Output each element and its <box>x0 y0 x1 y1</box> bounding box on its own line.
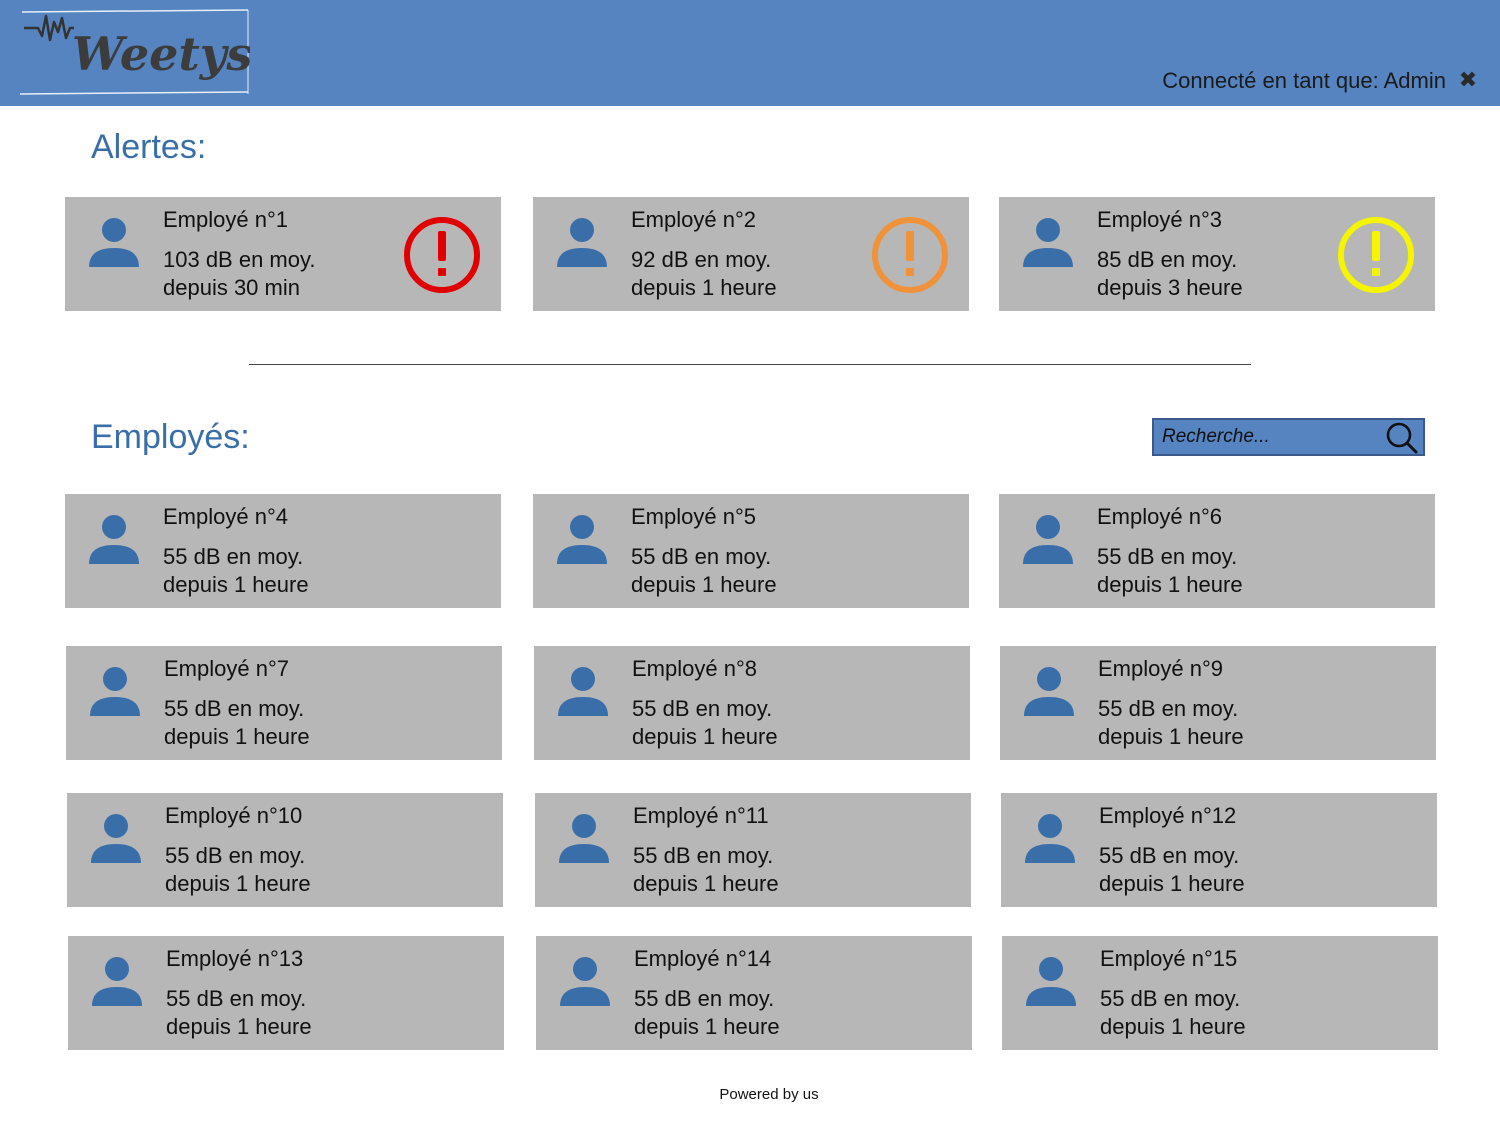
user-avatar-icon <box>1025 813 1075 863</box>
alerts-title: Alertes: <box>91 128 207 166</box>
noise-level: 92 dB en moy. <box>631 247 772 272</box>
employee-card[interactable]: Employé n°1 103 dB en moy. depuis 30 min <box>65 197 501 311</box>
noise-level: 55 dB en moy. <box>1097 544 1238 569</box>
noise-level: 103 dB en moy. <box>163 247 316 272</box>
employee-name: Employé n°8 <box>632 656 757 681</box>
employee-card[interactable]: Employé n°6 55 dB en moy. depuis 1 heure <box>999 494 1435 608</box>
weetys-logo[interactable]: Weetys <box>18 8 250 96</box>
duration: depuis 1 heure <box>1099 871 1245 896</box>
user-avatar-icon <box>1023 514 1073 564</box>
employee-name: Employé n°7 <box>164 656 289 681</box>
employee-name: Employé n°15 <box>1100 946 1238 971</box>
noise-level: 55 dB en moy. <box>1099 843 1240 868</box>
duration: depuis 1 heure <box>1098 724 1244 749</box>
employee-card[interactable]: Employé n°2 92 dB en moy. depuis 1 heure <box>533 197 969 311</box>
noise-level: 55 dB en moy. <box>1098 696 1239 721</box>
alert-icon <box>1336 215 1416 295</box>
employee-card[interactable]: Employé n°10 55 dB en moy. depuis 1 heure <box>67 793 503 907</box>
logo-text: Weetys <box>72 27 250 81</box>
noise-level: 55 dB en moy. <box>633 843 774 868</box>
user-avatar-icon <box>89 514 139 564</box>
employee-card[interactable]: Employé n°5 55 dB en moy. depuis 1 heure <box>533 494 969 608</box>
noise-level: 55 dB en moy. <box>632 696 773 721</box>
duration: depuis 1 heure <box>631 572 777 597</box>
duration: depuis 1 heure <box>633 871 779 896</box>
employee-card[interactable]: Employé n°8 55 dB en moy. depuis 1 heure <box>534 646 970 760</box>
user-avatar-icon <box>1023 217 1073 267</box>
employee-card[interactable]: Employé n°14 55 dB en moy. depuis 1 heure <box>536 936 972 1050</box>
duration: depuis 1 heure <box>1100 1014 1246 1039</box>
logged-in-user-label: Connecté en tant que: Admin <box>1162 68 1446 93</box>
duration: depuis 30 min <box>163 275 300 300</box>
noise-level: 55 dB en moy. <box>165 843 306 868</box>
duration: depuis 1 heure <box>166 1014 312 1039</box>
employee-card[interactable]: Employé n°4 55 dB en moy. depuis 1 heure <box>65 494 501 608</box>
search-input[interactable] <box>1154 420 1382 454</box>
employee-name: Employé n°4 <box>163 504 288 529</box>
employee-name: Employé n°11 <box>633 803 769 828</box>
employee-name: Employé n°10 <box>165 803 303 828</box>
employee-name: Employé n°12 <box>1099 803 1237 828</box>
employee-name: Employé n°9 <box>1098 656 1223 681</box>
employee-name: Employé n°13 <box>166 946 304 971</box>
noise-level: 55 dB en moy. <box>634 986 775 1011</box>
user-avatar-icon <box>89 217 139 267</box>
duration: depuis 1 heure <box>631 275 777 300</box>
duration: depuis 1 heure <box>164 724 310 749</box>
search-box <box>1152 418 1425 456</box>
user-avatar-icon <box>557 514 607 564</box>
user-avatar-icon <box>560 956 610 1006</box>
employee-name: Employé n°6 <box>1097 504 1222 529</box>
employee-card[interactable]: Employé n°3 85 dB en moy. depuis 3 heure <box>999 197 1435 311</box>
duration: depuis 1 heure <box>1097 572 1243 597</box>
employee-name: Employé n°14 <box>634 946 772 971</box>
duration: depuis 3 heure <box>1097 275 1243 300</box>
employee-card[interactable]: Employé n°7 55 dB en moy. depuis 1 heure <box>66 646 502 760</box>
search-icon[interactable] <box>1385 421 1419 455</box>
user-avatar-icon <box>91 813 141 863</box>
employee-name: Employé n°1 <box>163 207 288 232</box>
noise-level: 55 dB en moy. <box>163 544 304 569</box>
noise-level: 85 dB en moy. <box>1097 247 1238 272</box>
duration: depuis 1 heure <box>165 871 311 896</box>
noise-level: 55 dB en moy. <box>166 986 307 1011</box>
logo-graphic: Weetys <box>19 9 250 95</box>
user-avatar-icon <box>90 666 140 716</box>
alert-icon <box>402 215 482 295</box>
employee-name: Employé n°5 <box>631 504 756 529</box>
noise-level: 55 dB en moy. <box>631 544 772 569</box>
alert-icon <box>870 215 950 295</box>
employee-card[interactable]: Employé n°11 55 dB en moy. depuis 1 heure <box>535 793 971 907</box>
duration: depuis 1 heure <box>163 572 309 597</box>
employee-card[interactable]: Employé n°15 55 dB en moy. depuis 1 heure <box>1002 936 1438 1050</box>
employee-card[interactable]: Employé n°9 55 dB en moy. depuis 1 heure <box>1000 646 1436 760</box>
noise-level: 55 dB en moy. <box>1100 986 1241 1011</box>
user-avatar-icon <box>559 813 609 863</box>
employee-card[interactable]: Employé n°12 55 dB en moy. depuis 1 heure <box>1001 793 1437 907</box>
user-avatar-icon <box>558 666 608 716</box>
duration: depuis 1 heure <box>634 1014 780 1039</box>
close-icon[interactable]: ✖ <box>1456 66 1480 94</box>
footer-credit: Powered by us <box>719 1086 819 1103</box>
employee-card[interactable]: Employé n°13 55 dB en moy. depuis 1 heure <box>68 936 504 1050</box>
noise-level: 55 dB en moy. <box>164 696 305 721</box>
app-header: Weetys Connecté en tant que: Admin ✖ <box>0 0 1500 106</box>
user-avatar-icon <box>557 217 607 267</box>
duration: depuis 1 heure <box>632 724 778 749</box>
employees-title: Employés: <box>91 418 250 456</box>
employee-name: Employé n°3 <box>1097 207 1222 232</box>
section-divider <box>249 364 1251 365</box>
user-avatar-icon <box>92 956 142 1006</box>
user-avatar-icon <box>1024 666 1074 716</box>
user-avatar-icon <box>1026 956 1076 1006</box>
employee-name: Employé n°2 <box>631 207 756 232</box>
